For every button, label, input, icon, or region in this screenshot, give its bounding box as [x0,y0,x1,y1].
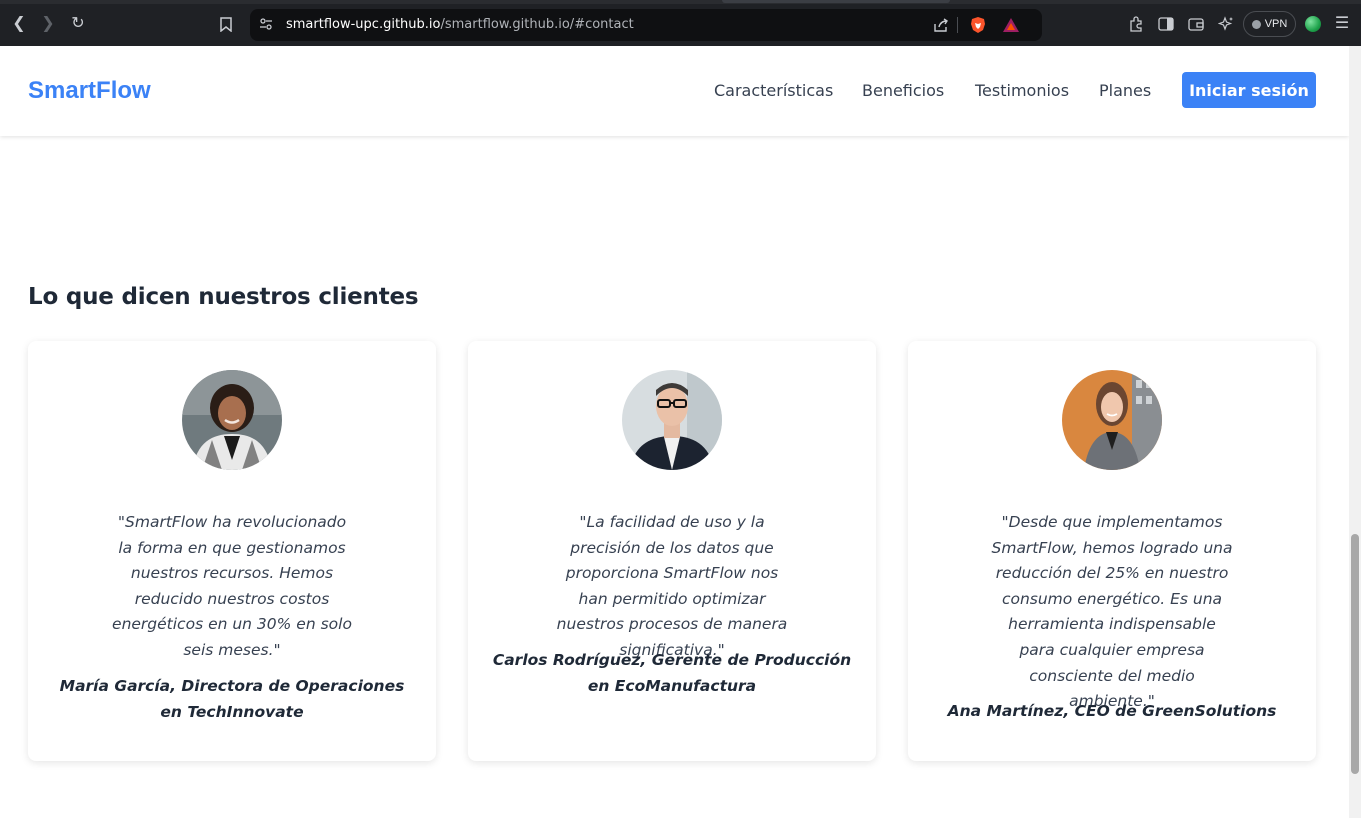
testimonial-quote: "SmartFlow ha revolucionado la forma en … [112,513,352,659]
leo-ai-icon[interactable] [1215,13,1237,35]
reload-icon[interactable]: ↻ [67,13,89,35]
testimonial-card: "La facilidad de uso y la precisión de l… [468,341,876,761]
active-tab-indicator [722,0,950,3]
vpn-status-icon [1251,19,1261,29]
testimonial-author: María García, Directora de Operaciones e… [59,677,405,721]
testimonial-card: "Desde que implementamos SmartFlow, hemo… [908,341,1316,761]
web-page: SmartFlow Características Beneficios Tes… [0,46,1349,818]
url-text[interactable]: smartflow-upc.github.io/smartflow.github… [286,17,634,32]
address-bar[interactable]: smartflow-upc.github.io/smartflow.github… [250,9,1042,41]
avatar [1062,370,1162,470]
section-title: Lo que dicen nuestros clientes [28,284,419,310]
testimonial-quote: "La facilidad de uso y la precisión de l… [556,513,788,659]
share-icon[interactable] [932,16,950,34]
url-host: smartflow-upc.github.io [286,17,441,32]
avatar [182,370,282,470]
tab-strip [0,0,1361,4]
divider [957,17,958,33]
nav-link-planes[interactable]: Planes [1099,81,1151,100]
nav-link-beneficios[interactable]: Beneficios [862,81,944,100]
back-icon[interactable]: ❮ [8,13,30,35]
menu-icon[interactable]: ☰ [1331,13,1353,35]
page-scrollbar[interactable] [1349,46,1361,818]
login-button[interactable]: Iniciar sesión [1182,72,1316,108]
testimonial-author: Ana Martínez, CEO de GreenSolutions [947,702,1277,720]
vpn-button[interactable]: VPN [1243,11,1296,37]
brave-shields-icon[interactable] [969,16,987,34]
sidebar-icon[interactable] [1155,13,1177,35]
testimonial-quote: "Desde que implementamos SmartFlow, hemo… [991,513,1233,711]
site-header: SmartFlow Características Beneficios Tes… [0,46,1349,136]
profile-icon[interactable] [1305,16,1321,32]
scrollbar-thumb[interactable] [1351,534,1359,774]
wallet-icon[interactable] [1185,13,1207,35]
extensions-icon[interactable] [1125,13,1147,35]
avatar [622,370,722,470]
forward-icon[interactable]: ❯ [37,13,59,35]
site-settings-icon[interactable] [258,16,274,32]
brave-rewards-icon[interactable] [1002,16,1020,34]
nav-link-caracteristicas[interactable]: Características [714,81,833,100]
url-path: /smartflow.github.io/#contact [440,17,634,32]
nav-link-testimonios[interactable]: Testimonios [975,81,1069,100]
vpn-label: VPN [1264,18,1288,30]
site-logo[interactable]: SmartFlow [28,77,151,105]
testimonial-author: Carlos Rodríguez, Gerente de Producción … [492,651,852,695]
testimonial-card: "SmartFlow ha revolucionado la forma en … [28,341,436,761]
bookmark-icon[interactable] [215,13,237,35]
browser-toolbar: ❮ ❯ ↻ smartflow-upc.github.io/smartflow.… [0,0,1361,46]
